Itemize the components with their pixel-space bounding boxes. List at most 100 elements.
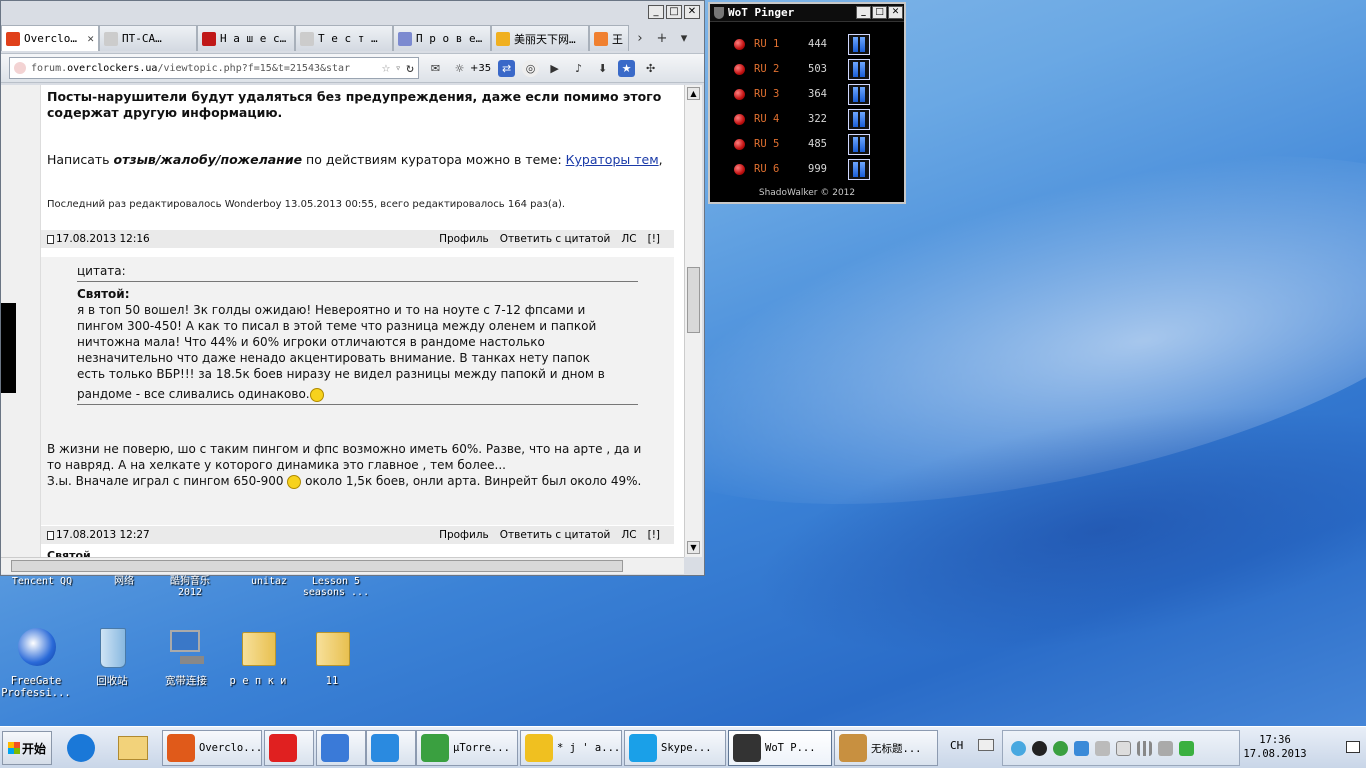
bookmark-list-icon[interactable]: ★ xyxy=(618,59,636,77)
signal-bars-icon[interactable] xyxy=(848,58,870,80)
desktop-icon-freegate[interactable]: FreeGate Professi... xyxy=(0,626,72,699)
taskbar-app-button[interactable]: * j ' a... xyxy=(520,730,622,766)
report-link-2[interactable]: [!] xyxy=(648,529,660,541)
post-link-icon-2[interactable] xyxy=(47,530,54,540)
desktop-icon-label[interactable]: unitaz xyxy=(233,576,305,587)
desktop-icon-label[interactable]: Lesson 5 seasons ... xyxy=(300,576,372,598)
taskbar-app-button[interactable]: Skype... xyxy=(624,730,726,766)
browser-tab[interactable]: Overclo… ✕ xyxy=(1,25,99,51)
taskbar-app-button[interactable]: Overclo... xyxy=(162,730,262,766)
browser-tab[interactable]: Т е с т … xyxy=(295,25,393,51)
browser-tab[interactable]: 王 xyxy=(589,25,629,51)
quote-box: цитата: Святой: я в топ 50 вошел! 3к гол… xyxy=(77,263,638,409)
tray-qq-icon[interactable] xyxy=(1032,740,1047,756)
addons-icon[interactable]: ✣ xyxy=(642,60,659,77)
feedback-line: Написать отзыв/жалобу/пожелание по дейст… xyxy=(47,152,667,168)
tab-favicon-icon xyxy=(104,31,118,46)
profile-link[interactable]: Профиль xyxy=(439,233,489,245)
browser-tab[interactable]: П р о в е… xyxy=(393,25,491,51)
start-button[interactable]: 开始 xyxy=(2,731,52,765)
signal-bars-icon[interactable] xyxy=(848,83,870,105)
desktop-icon-label[interactable]: 网络 xyxy=(88,576,160,587)
keyboard-icon[interactable] xyxy=(978,739,994,751)
post-link-icon[interactable] xyxy=(47,234,54,244)
tab-close-icon[interactable]: ✕ xyxy=(87,32,94,45)
clock[interactable]: 17:36 17.08.2013 xyxy=(1240,733,1310,761)
reply-quote-link-2[interactable]: Ответить с цитатой xyxy=(500,529,611,541)
horizontal-scrollbar[interactable] xyxy=(1,557,684,574)
url-dropdown-icon[interactable]: ▿ xyxy=(395,63,401,74)
tray-security-icon[interactable] xyxy=(1179,740,1194,756)
mail-icon[interactable]: ✉ xyxy=(427,60,444,77)
desktop-icon-folder[interactable]: 11 xyxy=(296,626,368,687)
browser-window[interactable]: _ □ ✕ Overclo… ✕ ПТ-СА… Н а ш е с… Т е с т …… xyxy=(0,0,705,576)
server-name: RU 3 xyxy=(754,88,780,100)
horizontal-scroll-thumb[interactable] xyxy=(11,560,623,572)
page-content[interactable]: Посты-нарушители будут удаляться без пре… xyxy=(1,85,684,557)
wot-pinger-window[interactable]: WoT Pinger _ □ ✕ RU 1 444 RU 2 503 RU 3 364 RU… xyxy=(708,2,906,204)
pinger-minimize-button[interactable]: _ xyxy=(856,6,871,19)
vertical-scroll-thumb[interactable] xyxy=(687,267,700,333)
curators-link[interactable]: Кураторы тем xyxy=(566,152,659,167)
maximize-button[interactable]: □ xyxy=(666,5,682,19)
taskbar-app-button[interactable] xyxy=(366,730,416,766)
profile-link-2[interactable]: Профиль xyxy=(439,529,489,541)
scroll-up-arrow-icon[interactable]: ▲ xyxy=(687,87,700,100)
explorer-icon[interactable] xyxy=(116,732,150,764)
report-link[interactable]: [!] xyxy=(648,233,660,245)
browser-tab[interactable]: ПТ-СА… xyxy=(99,25,197,51)
new-tab-button[interactable]: + xyxy=(651,25,673,51)
reload-icon[interactable]: ↻ xyxy=(406,61,414,76)
pm-link-2[interactable]: ЛС xyxy=(621,529,636,541)
browser-tab[interactable]: Н а ш е с… xyxy=(197,25,295,51)
pinger-close-button[interactable]: ✕ xyxy=(888,6,903,19)
translate-icon[interactable]: ⇄ xyxy=(498,59,516,77)
scroll-down-arrow-icon[interactable]: ▼ xyxy=(687,541,700,554)
signal-bars-icon[interactable] xyxy=(848,33,870,55)
taskbar-app-label: WoT P... xyxy=(765,742,816,754)
signal-bars-icon[interactable] xyxy=(848,133,870,155)
url-bar[interactable]: forum.overclockers.ua/viewtopic.php?f=15… xyxy=(9,57,419,79)
language-indicator[interactable]: CH xyxy=(950,739,963,752)
browser-tab[interactable]: 美丽天下网… xyxy=(491,25,589,51)
tray-signal-icon[interactable] xyxy=(1137,740,1152,756)
weather-icon[interactable]: ☼ xyxy=(451,60,468,77)
vertical-scrollbar[interactable]: ▲ ▼ xyxy=(684,85,702,557)
tray-app-icon[interactable] xyxy=(1074,740,1089,756)
tray-network-icon[interactable] xyxy=(1011,740,1026,756)
tray-usb-icon[interactable] xyxy=(1095,740,1110,756)
tray-volume-icon[interactable] xyxy=(1158,740,1173,756)
download-icon[interactable]: ⬇ xyxy=(594,60,611,77)
signal-bars-icon[interactable] xyxy=(848,108,870,130)
bookmark-star-icon[interactable]: ☆ xyxy=(382,60,390,76)
tray-flag-icon[interactable] xyxy=(1116,740,1131,756)
desktop-icon-recycle[interactable]: 回收站 xyxy=(76,626,148,687)
post-date: 17.08.2013 12:16 xyxy=(56,233,150,245)
rules-notice: Посты-нарушители будут удаляться без пре… xyxy=(47,89,667,121)
taskbar-app-button[interactable] xyxy=(264,730,314,766)
taskbar-app-button[interactable] xyxy=(316,730,366,766)
sogou-icon[interactable] xyxy=(64,732,98,764)
pinger-maximize-button[interactable]: □ xyxy=(872,6,887,19)
tray-utorrent-icon[interactable] xyxy=(1053,740,1068,756)
reply-quote-link[interactable]: Ответить с цитатой xyxy=(500,233,611,245)
desktop-icon-network[interactable]: 宽带连接 xyxy=(150,626,222,687)
desktop-icon-label[interactable]: 酷狗音乐 2012 xyxy=(154,576,226,598)
minimize-button[interactable]: _ xyxy=(648,5,664,19)
speaker-icon[interactable]: ♪ xyxy=(570,60,587,77)
taskbar-app-button[interactable]: µTorre... xyxy=(416,730,518,766)
signal-bars-icon[interactable] xyxy=(848,158,870,180)
close-button[interactable]: ✕ xyxy=(684,5,700,19)
tab-list-menu-icon[interactable]: ▾ xyxy=(673,25,695,51)
server-ping: 503 xyxy=(808,63,827,75)
taskbar-app-button[interactable]: WoT P... xyxy=(728,730,832,766)
chrome-icon[interactable]: ◎ xyxy=(522,59,540,77)
desktop-icon-folder[interactable]: р е п к и xyxy=(222,626,294,687)
taskbar-app-button[interactable]: 无标题... xyxy=(834,730,938,766)
pm-link[interactable]: ЛС xyxy=(621,233,636,245)
desktop-icon-label[interactable]: Tencent QQ xyxy=(6,576,78,587)
show-desktop-icon[interactable] xyxy=(1346,741,1360,753)
tab-scroll-right-icon[interactable]: › xyxy=(629,25,651,51)
play-icon[interactable]: ▶ xyxy=(546,60,563,77)
reply-line-3: З.ы. Вначале играл с пингом 650-900 окол… xyxy=(47,473,672,489)
